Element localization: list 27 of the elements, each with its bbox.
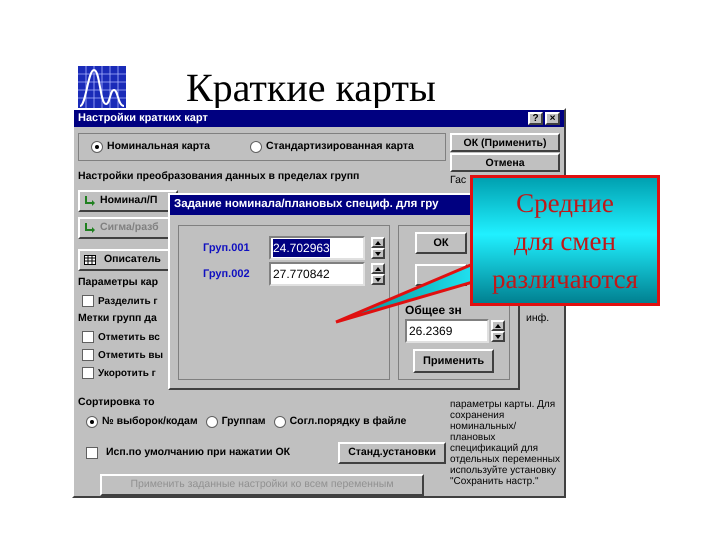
callout-text: различаются: [492, 262, 638, 296]
radio-label: Согл.порядку в файле: [290, 414, 406, 430]
checkbox-label: Отметить вы: [98, 348, 164, 362]
radio-label: Номинальная карта: [107, 139, 210, 154]
checkbox-label: Отметить вс: [98, 330, 160, 344]
overall-label: Общее зн: [405, 304, 462, 316]
help-text: инф.: [526, 311, 550, 326]
group-label: Груп.002: [203, 266, 251, 282]
radio-label: Стандартизированная карта: [266, 139, 414, 154]
checkbox-label: Разделить г: [98, 294, 158, 309]
callout-text: Средние: [516, 186, 614, 220]
checkbox-label: Исп.по умолчанию при нажатии ОК: [106, 445, 290, 460]
field-value: 27.770842: [273, 266, 330, 283]
group-label: Сортировка то: [78, 394, 156, 410]
checkbox-label: Укоротить г: [98, 366, 156, 380]
radio-label: Группам: [222, 414, 266, 430]
side-text: Гас: [450, 173, 468, 188]
dialog-title: Настройки кратких карт: [78, 111, 208, 126]
field-value: 24.702963: [273, 239, 330, 257]
radio-label: № выборок/кодам: [102, 414, 198, 430]
slide-title: Краткие карты: [186, 68, 436, 108]
group-label: Метки групп да: [78, 310, 157, 326]
group-label: Настройки преобразования данных в пределах групп: [78, 169, 360, 184]
group-label: Параметры кар: [78, 275, 158, 290]
callout-text: для смен: [514, 224, 616, 258]
group-label: Груп.001: [203, 240, 251, 256]
help-text: параметры карты. Для сохранения номинальных/ плановых спецификаций для отдельных переменных используйте установку "Сохранить настр.": [450, 398, 560, 487]
